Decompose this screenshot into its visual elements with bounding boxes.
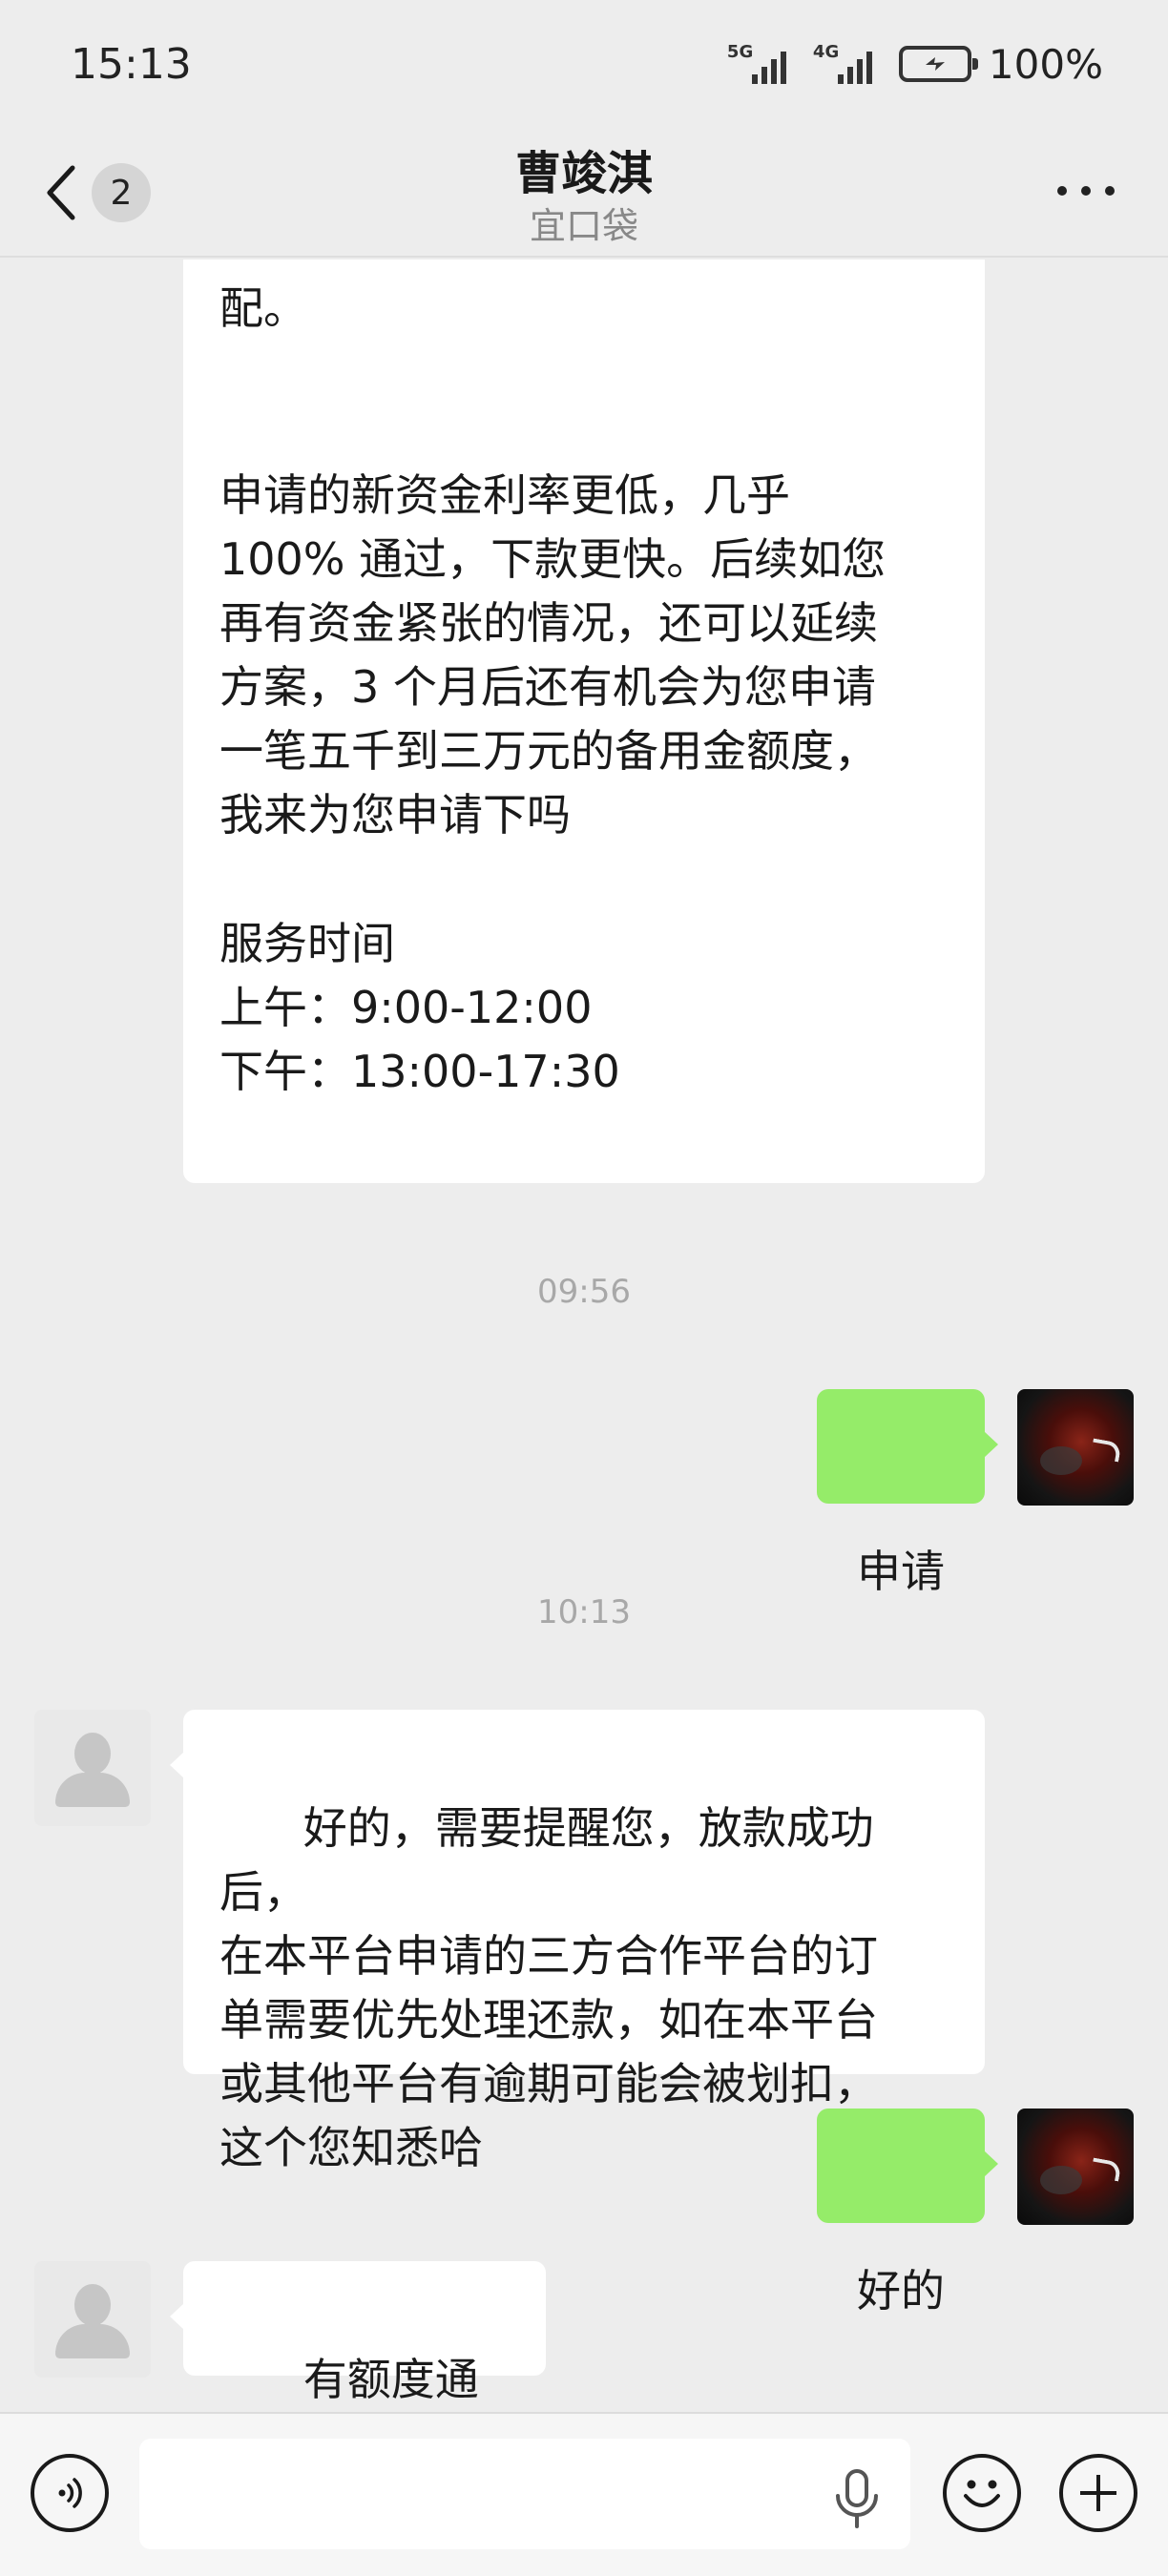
- message-bubble-outgoing[interactable]: 申请: [817, 1389, 998, 1597]
- voice-wave-icon: [58, 2478, 82, 2508]
- service-hours-am: 上午：9:00-12:00: [219, 982, 593, 1033]
- message-text: 有额度通知你: [302, 2354, 479, 2405]
- mic-icon[interactable]: [830, 2467, 884, 2530]
- more-dots-icon[interactable]: [1057, 179, 1115, 202]
- status-indicators: 5G 4G 100%: [727, 40, 1103, 88]
- message-bubble-outgoing[interactable]: 好的: [817, 2109, 998, 2316]
- message-input[interactable]: [139, 2439, 910, 2549]
- chevron-left-icon: [47, 165, 75, 220]
- voice-icon[interactable]: [31, 2454, 109, 2532]
- back-button[interactable]: 2: [42, 158, 151, 227]
- message-bubble-incoming[interactable]: 有额度通知你: [170, 2261, 546, 2405]
- message-text-paragraph: 申请的新资金利率更低，几乎 100% 通过，下款更快。后续如您 再有资金紧张的情…: [219, 469, 886, 841]
- status-time: 15:13: [71, 40, 192, 89]
- message-text: 好的: [857, 2265, 945, 2316]
- message-timestamp: 09:56: [537, 1273, 631, 1311]
- chat-subtitle: 宜口袋: [529, 205, 638, 247]
- battery-icon: [898, 46, 978, 82]
- signal-5g-icon: 5G: [727, 40, 796, 88]
- message-timestamp: 10:13: [537, 1593, 631, 1631]
- service-hours-pm: 下午：13:00-17:30: [219, 1046, 620, 1097]
- emoji-icon[interactable]: [943, 2454, 1021, 2532]
- message-bubble-incoming[interactable]: 配。 申请的新资金利率更低，几乎 100% 通过，下款更快。后续如您 再有资金紧…: [183, 260, 985, 1183]
- status-bar: 15:13 5G 4G 100%: [0, 0, 1168, 134]
- network-label-4g: 4G: [812, 42, 840, 62]
- network-label-5g: 5G: [726, 42, 754, 62]
- message-text-line: 配。: [219, 282, 307, 334]
- service-hours-heading: 服务时间: [219, 918, 395, 969]
- message-list[interactable]: 配。 申请的新资金利率更低，几乎 100% 通过，下款更快。后续如您 再有资金紧…: [0, 260, 1168, 2412]
- self-avatar[interactable]: [1017, 1389, 1134, 1506]
- self-avatar[interactable]: [1017, 2109, 1134, 2225]
- chat-screen: 15:13 5G 4G 100% 曹竣淇 宜口袋 2 配。 申请的新资金利率更低…: [0, 0, 1168, 2576]
- plus-icon[interactable]: [1059, 2454, 1137, 2532]
- smiley-face-icon: [964, 2480, 1000, 2507]
- message-text: 申请: [857, 1546, 945, 1597]
- contact-avatar[interactable]: [34, 2261, 151, 2378]
- input-bar: [0, 2412, 1168, 2576]
- contact-avatar[interactable]: [34, 1710, 151, 1826]
- chat-header: 曹竣淇 宜口袋 2: [0, 134, 1168, 258]
- message-text: 好的，需要提醒您，放款成功后， 在本平台申请的三方合作平台的订 单需要优先处理还…: [219, 1802, 878, 2173]
- message-bubble-incoming[interactable]: 好的，需要提醒您，放款成功后， 在本平台申请的三方合作平台的订 单需要优先处理还…: [170, 1710, 985, 2173]
- unread-count-badge: 2: [92, 163, 151, 222]
- signal-4g-icon: 4G: [813, 40, 882, 88]
- chat-title: 曹竣淇: [514, 147, 653, 200]
- battery-percent: 100%: [988, 40, 1103, 88]
